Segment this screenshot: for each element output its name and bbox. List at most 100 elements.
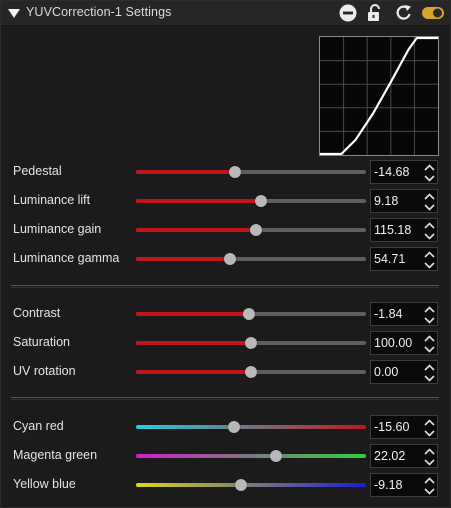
increment-chevron-icon[interactable] (423, 250, 436, 260)
slider-row-contrast: Contrast (1, 300, 450, 328)
luminance-gain-value-input[interactable] (374, 223, 418, 237)
cyan-red-gradient-track (136, 425, 366, 429)
contrast-label: Contrast (13, 306, 61, 320)
increment-chevron-icon[interactable] (423, 192, 436, 202)
yellow-blue-value-box (370, 473, 438, 497)
decrement-chevron-icon[interactable] (423, 486, 436, 496)
luminance-lift-label: Luminance lift (13, 193, 91, 207)
decrement-chevron-icon[interactable] (423, 202, 436, 212)
increment-chevron-icon[interactable] (423, 363, 436, 373)
magenta-green-slider[interactable] (136, 450, 366, 462)
cyan-red-label: Cyan red (13, 419, 64, 433)
contrast-slider-thumb[interactable] (242, 308, 255, 320)
luminance-gain-value-box (370, 218, 438, 242)
pedestal-fill (136, 170, 235, 174)
slider-row-yellow-blue: Yellow blue (1, 471, 450, 499)
magenta-green-slider-thumb[interactable] (270, 450, 283, 462)
unlock-icon[interactable] (365, 3, 385, 23)
slider-row-uv-rotation: UV rotation (1, 358, 450, 386)
uv-rotation-slider[interactable] (136, 366, 366, 378)
decrement-chevron-icon[interactable] (423, 173, 436, 183)
uv-rotation-value-input[interactable] (374, 365, 418, 379)
pedestal-slider[interactable] (136, 166, 366, 178)
magenta-green-value-box (370, 444, 438, 468)
pedestal-label: Pedestal (13, 164, 62, 178)
contrast-fill (136, 312, 249, 316)
saturation-slider-thumb[interactable] (245, 337, 257, 349)
curve-grid (320, 37, 438, 155)
panel-title: YUVCorrection-1 Settings (26, 5, 172, 19)
luminance-lift-fill (136, 199, 262, 203)
luminance-gamma-value-box (370, 247, 438, 271)
luminance-gain-slider-thumb[interactable] (249, 224, 262, 236)
decrement-chevron-icon[interactable] (423, 344, 436, 354)
increment-chevron-icon[interactable] (423, 221, 436, 231)
contrast-slider[interactable] (136, 308, 366, 320)
decrement-chevron-icon[interactable] (423, 315, 436, 325)
toggle-icon[interactable] (421, 3, 445, 23)
luminance-gamma-slider[interactable] (136, 253, 366, 265)
decrement-chevron-icon[interactable] (423, 260, 436, 270)
magenta-green-value-input[interactable] (374, 449, 418, 463)
luminance-gamma-fill (136, 257, 231, 261)
uv-rotation-slider-thumb[interactable] (245, 366, 257, 378)
settings-panel: YUVCorrection-1 Settings Pedestal -14.68… (0, 0, 451, 508)
luminance-gain-slider[interactable] (136, 224, 366, 236)
decrement-chevron-icon[interactable] (423, 428, 436, 438)
increment-chevron-icon[interactable] (423, 447, 436, 457)
magenta-green-label: Magenta green (13, 448, 98, 462)
saturation-label: Saturation (13, 335, 70, 349)
saturation-fill (136, 341, 251, 345)
divider (11, 397, 439, 400)
increment-chevron-icon[interactable] (423, 305, 436, 315)
increment-chevron-icon[interactable] (423, 163, 436, 173)
luminance-lift-slider-thumb[interactable] (255, 195, 268, 207)
luminance-lift-slider[interactable] (136, 195, 366, 207)
contrast-value-input[interactable] (374, 307, 418, 321)
yellow-blue-slider-thumb[interactable] (234, 479, 247, 491)
luminance-lift-value-input[interactable] (374, 194, 418, 208)
increment-chevron-icon[interactable] (423, 476, 436, 486)
yellow-blue-gradient-track (136, 483, 366, 487)
increment-chevron-icon[interactable] (423, 418, 436, 428)
increment-chevron-icon[interactable] (423, 334, 436, 344)
saturation-slider[interactable] (136, 337, 366, 349)
luminance-gain-label: Luminance gain (13, 222, 102, 236)
slider-row-magenta-green: Magenta green (1, 442, 450, 470)
slider-row-cyan-red: Cyan red (1, 413, 450, 441)
saturation-value-input[interactable] (374, 336, 418, 350)
slider-row-luminance-gain: Luminance gain (1, 216, 450, 244)
cyan-red-value-input[interactable] (374, 420, 418, 434)
slider-row-luminance-lift: Luminance lift (1, 187, 450, 215)
cyan-red-slider-thumb[interactable] (227, 421, 240, 433)
luminance-gain-fill (136, 228, 256, 232)
cyan-red-value-box (370, 415, 438, 439)
uv-rotation-label: UV rotation (13, 364, 76, 378)
yellow-blue-value-input[interactable] (374, 478, 418, 492)
pedestal-value-box (370, 160, 438, 184)
luminance-gamma-slider-thumb[interactable] (224, 253, 237, 265)
reset-icon[interactable] (394, 3, 414, 23)
slider-row-luminance-gamma: Luminance gamma (1, 245, 450, 273)
curve-line (320, 37, 438, 155)
decrement-chevron-icon[interactable] (423, 231, 436, 241)
slider-row-saturation: Saturation (1, 329, 450, 357)
decrement-chevron-icon[interactable] (423, 373, 436, 383)
magenta-green-gradient-track (136, 454, 366, 458)
contrast-value-box (370, 302, 438, 326)
title-bar: YUVCorrection-1 Settings (1, 1, 450, 26)
decrement-chevron-icon[interactable] (423, 457, 436, 467)
luminance-gamma-value-input[interactable] (374, 252, 418, 266)
minus-circle-icon[interactable] (338, 3, 358, 23)
curve-graph[interactable] (319, 36, 439, 156)
divider (11, 285, 439, 288)
cyan-red-slider[interactable] (136, 421, 366, 433)
collapse-arrow-icon[interactable] (7, 7, 21, 19)
yellow-blue-slider[interactable] (136, 479, 366, 491)
uv-rotation-value-box (370, 360, 438, 384)
luminance-gamma-label: Luminance gamma (13, 251, 120, 265)
luminance-lift-value-box (370, 189, 438, 213)
pedestal-value-input[interactable] (374, 165, 418, 179)
saturation-value-box (370, 331, 438, 355)
pedestal-slider-thumb[interactable] (228, 166, 241, 178)
